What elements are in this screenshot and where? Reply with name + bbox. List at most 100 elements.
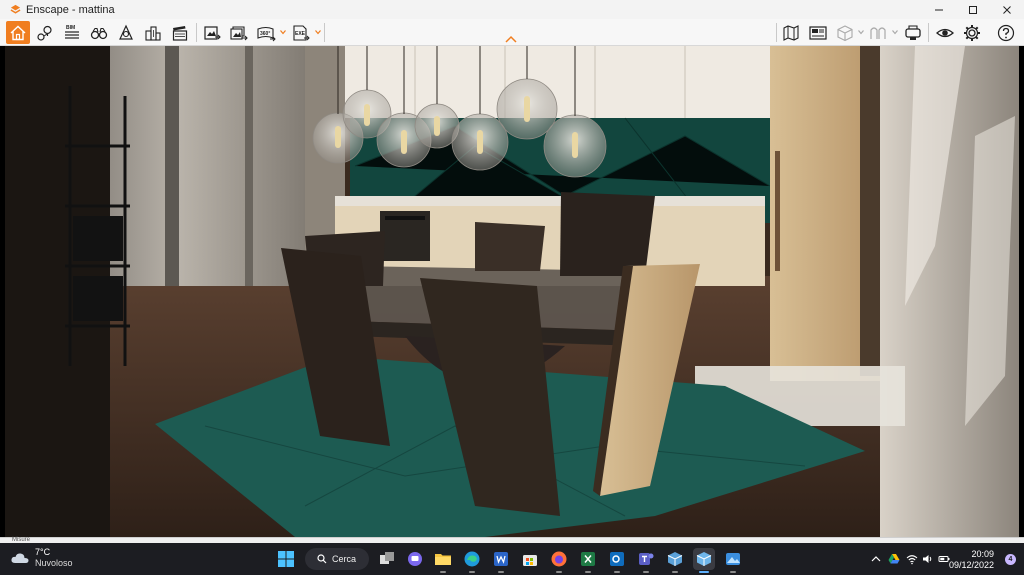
batch-export-icon xyxy=(230,25,248,40)
toolbar-separator xyxy=(928,23,929,42)
vr-headset-button[interactable] xyxy=(901,21,925,44)
photos-button[interactable] xyxy=(722,548,744,573)
panorama-export-icon: 360° xyxy=(257,26,276,41)
clapperboard-icon xyxy=(172,25,188,41)
title-bar: Enscape - mattina xyxy=(0,0,1024,19)
enscape-toolbar: BIM 360° EXE xyxy=(0,19,1024,46)
word-icon xyxy=(494,552,508,566)
close-button[interactable] xyxy=(990,0,1024,19)
exe-dropdown-chevron-icon[interactable] xyxy=(315,29,321,35)
file-explorer-button[interactable] xyxy=(432,548,454,573)
vr-headset-icon xyxy=(905,24,921,40)
maximize-icon xyxy=(969,5,977,14)
excel-button[interactable] xyxy=(577,548,599,573)
weather-temperature: 7°C xyxy=(35,547,51,557)
clock-date: 09/12/2022 xyxy=(948,560,994,570)
views-icon xyxy=(809,25,827,40)
compass-icon xyxy=(119,24,133,40)
minimize-icon xyxy=(935,9,943,10)
cube-icon xyxy=(837,24,853,41)
navigation-button[interactable] xyxy=(33,21,57,44)
weather-widget[interactable]: 7°C Nuvoloso xyxy=(10,547,73,569)
taskbar-search[interactable]: Cerca xyxy=(305,548,369,570)
buildings-icon xyxy=(145,25,161,41)
word-button[interactable] xyxy=(490,548,512,573)
task-view-button[interactable] xyxy=(376,548,398,570)
material-editor-button[interactable] xyxy=(866,21,890,44)
enscape-active-button[interactable] xyxy=(693,548,715,573)
screenshot-export-icon xyxy=(204,25,221,40)
home-button[interactable] xyxy=(6,21,30,44)
batch-export-button[interactable] xyxy=(227,21,251,44)
asset-dropdown-chevron-icon[interactable] xyxy=(858,29,864,35)
screenshot-export-button[interactable] xyxy=(200,21,224,44)
maximize-button[interactable] xyxy=(956,0,990,19)
home-icon xyxy=(10,25,26,40)
help-icon xyxy=(997,24,1015,41)
show-hidden-icons-chevron-up-icon[interactable] xyxy=(870,553,882,565)
material-dropdown-chevron-icon[interactable] xyxy=(892,29,898,35)
svg-text:EXE: EXE xyxy=(295,31,306,37)
windows-taskbar: 7°C Nuvoloso Cerca 20:09 09/12/2022 4 xyxy=(0,543,1024,575)
taskbar-clock[interactable]: 20:09 09/12/2022 xyxy=(949,549,994,571)
volume-icon[interactable] xyxy=(922,553,934,565)
svg-text:BIM: BIM xyxy=(66,25,75,31)
photos-icon xyxy=(726,553,740,565)
exe-export-icon: EXE xyxy=(293,24,310,41)
rendered-kitchen-scene xyxy=(5,46,1019,537)
navigation-pin-icon xyxy=(37,25,52,41)
window-controls xyxy=(922,0,1024,19)
settings-gear-icon xyxy=(964,24,980,41)
windows-start-icon xyxy=(278,551,294,567)
outlook-button[interactable] xyxy=(606,548,628,573)
views-binoculars-button[interactable] xyxy=(87,21,111,44)
enscape-app-button[interactable] xyxy=(664,548,686,573)
start-button[interactable] xyxy=(275,548,297,570)
collapse-toolbar-chevron-up-icon[interactable] xyxy=(505,35,517,43)
file-explorer-icon xyxy=(435,554,451,565)
video-editor-button[interactable] xyxy=(168,21,192,44)
edge-button[interactable] xyxy=(461,548,483,573)
site-context-button[interactable] xyxy=(141,21,165,44)
google-drive-icon[interactable] xyxy=(888,553,900,565)
panorama-export-button[interactable]: 360° xyxy=(254,21,278,44)
visual-settings-button[interactable] xyxy=(933,21,957,44)
task-view-icon xyxy=(380,552,394,564)
cloud-icon xyxy=(11,553,29,563)
firefox-icon xyxy=(551,551,567,567)
outlook-icon xyxy=(610,552,624,566)
store-icon xyxy=(523,555,537,566)
help-button[interactable] xyxy=(994,21,1018,44)
teams-chat-button[interactable] xyxy=(404,548,426,570)
toolbar-separator xyxy=(776,23,777,42)
general-settings-button[interactable] xyxy=(960,21,984,44)
bim-icon: BIM xyxy=(65,25,79,39)
close-icon xyxy=(1003,5,1011,14)
teams-chat-icon xyxy=(408,552,422,566)
svg-text:360°: 360° xyxy=(260,31,270,37)
firefox-button[interactable] xyxy=(548,548,570,573)
enscape-active-icon xyxy=(696,552,712,566)
search-icon xyxy=(317,554,327,564)
teams-button[interactable] xyxy=(635,548,657,573)
binoculars-icon xyxy=(90,27,108,39)
store-button[interactable] xyxy=(519,548,541,570)
bim-button[interactable]: BIM xyxy=(60,21,84,44)
wifi-icon[interactable] xyxy=(906,553,918,565)
minimize-button[interactable] xyxy=(922,0,956,19)
excel-icon xyxy=(581,552,595,566)
map-button[interactable] xyxy=(779,21,803,44)
views-manager-button[interactable] xyxy=(806,21,830,44)
compass-button[interactable] xyxy=(114,21,138,44)
search-label: Cerca xyxy=(332,554,357,564)
teams-icon xyxy=(639,553,654,565)
edge-browser-icon xyxy=(464,551,480,567)
exe-export-button[interactable]: EXE xyxy=(289,21,313,44)
asset-library-button[interactable] xyxy=(833,21,857,44)
material-icon xyxy=(870,26,886,39)
render-viewport[interactable] xyxy=(5,46,1019,537)
eye-icon xyxy=(936,28,954,37)
enscape-logo-icon xyxy=(10,4,21,14)
panorama-dropdown-chevron-icon[interactable] xyxy=(280,29,286,35)
notification-badge[interactable]: 4 xyxy=(1005,554,1016,565)
